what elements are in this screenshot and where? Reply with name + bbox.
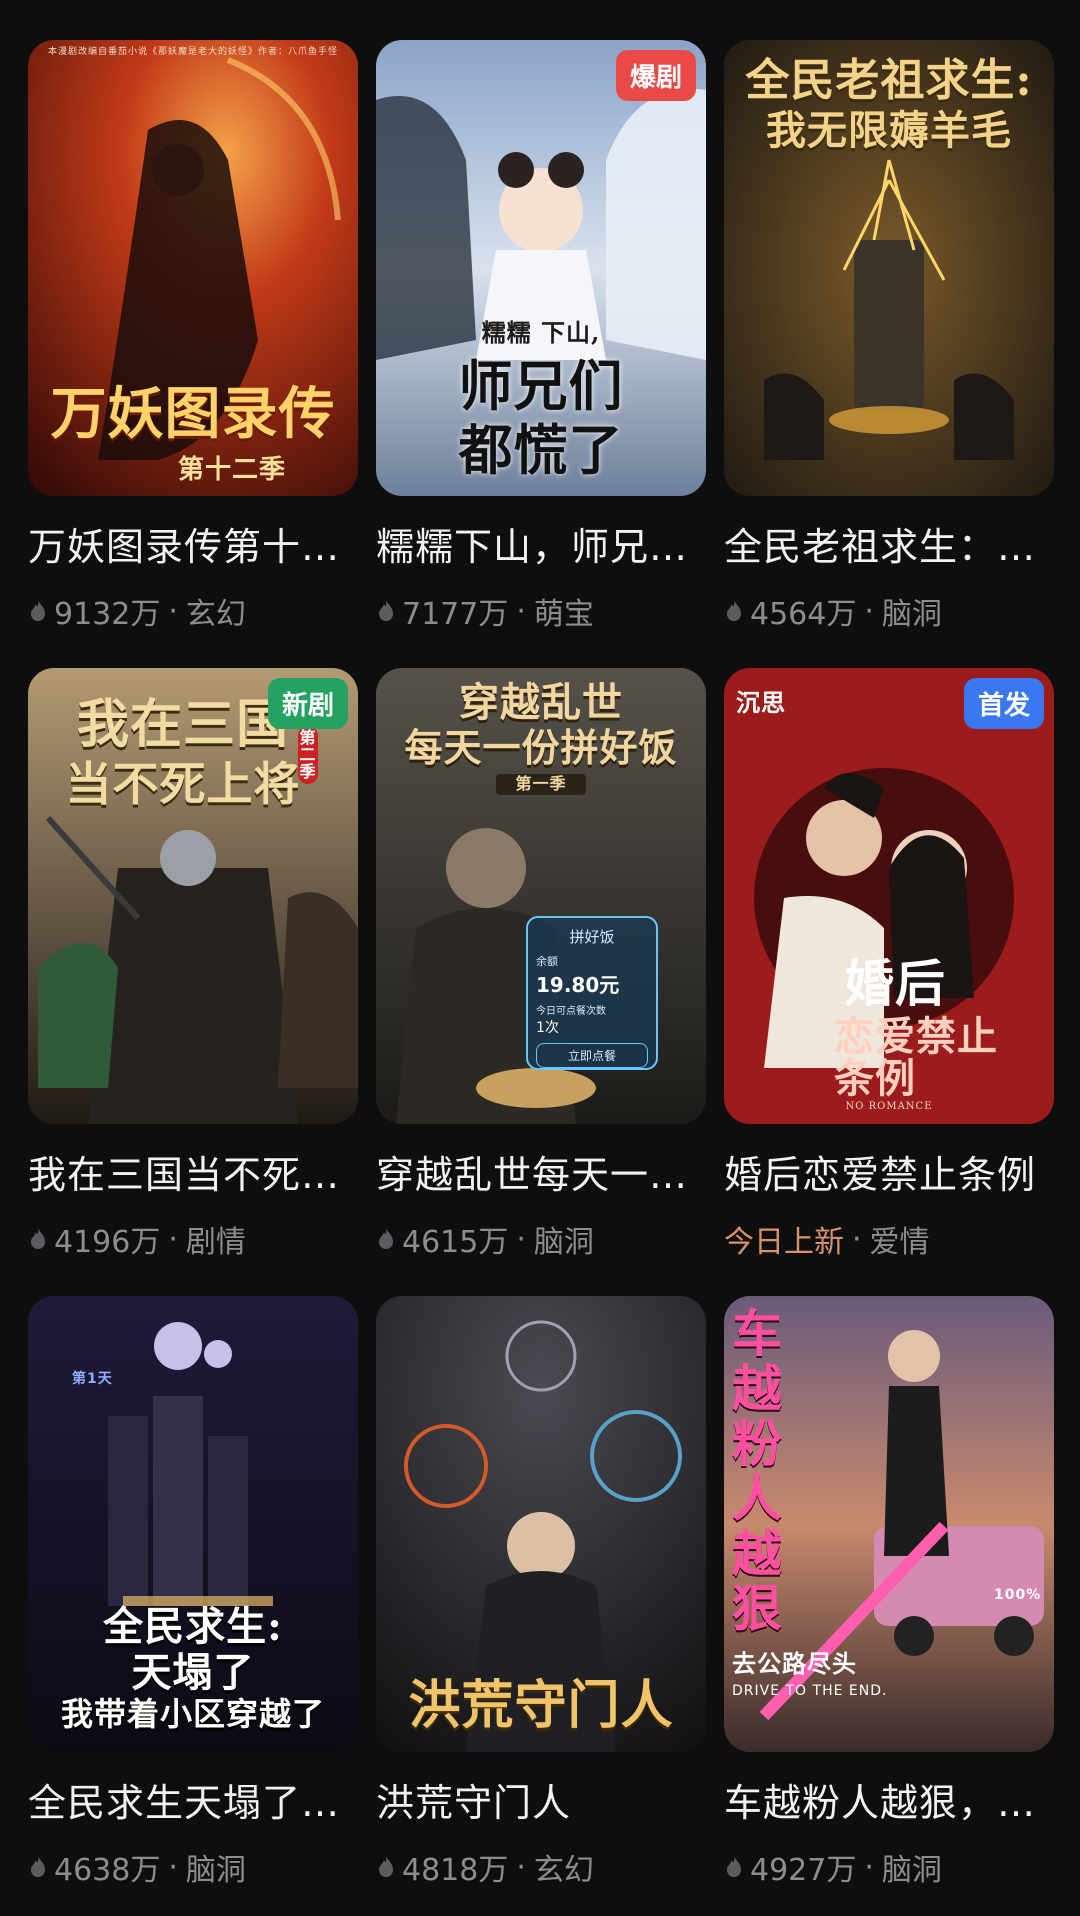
- poster-image[interactable]: 糯糯 下山, 师兄们 都慌了 爆剧: [376, 40, 706, 496]
- poster-season: 第一季: [496, 774, 586, 795]
- poster-title: 车越粉人越狠: [732, 1304, 783, 1638]
- status-badge: 首发: [963, 678, 1044, 729]
- drama-meta: 4196万 · 剧情: [28, 1217, 358, 1261]
- fire-icon: [31, 1856, 45, 1877]
- poster-subtitle: 恋爱禁止条例: [834, 1013, 998, 1102]
- poster-top-note: 本漫剧改编自番茄小说《那妖魔是老大的妖怪》作者：八爪鱼手怪: [47, 47, 338, 57]
- poster-subtitle: 都慌了: [458, 418, 624, 482]
- drama-card[interactable]: 全民老祖求生: 我无限薅羊毛 全民老祖求生：… 4564万 · 脑洞: [724, 40, 1054, 633]
- genre-tag: 脑洞: [881, 1853, 942, 1888]
- view-count: 9132万: [54, 597, 161, 632]
- poster-image[interactable]: 车越粉人越狠 去公路尽头 DRIVE TO THE END. 100%: [724, 1296, 1054, 1752]
- poster-title: 婚后: [844, 954, 946, 1013]
- drama-grid: 本漫剧改编自番茄小说《那妖魔是老大的妖怪》作者：八爪鱼手怪 万妖图录传 第十二季…: [0, 0, 1080, 1916]
- drama-meta: 4927万 · 脑洞: [724, 1845, 1054, 1889]
- drama-meta: 4818万 · 玄幻: [376, 1845, 706, 1889]
- fire-icon: [379, 1228, 393, 1249]
- drama-meta: 今日上新 · 爱情: [724, 1217, 1054, 1261]
- drama-card[interactable]: 穿越乱世 每天一份拼好饭 第一季 拼好饭 余额 19.80元 今日可点餐次数 1…: [376, 668, 706, 1261]
- view-count: 4196万: [54, 1225, 161, 1260]
- poster-subtitle: 去公路尽头: [732, 1650, 857, 1678]
- poster-subtitle: 每天一份拼好饭: [404, 725, 678, 770]
- poster-side-note: 100%: [994, 1587, 1042, 1603]
- drama-title[interactable]: 全民老祖求生：…: [724, 516, 1054, 571]
- view-count: 7177万: [402, 597, 509, 632]
- poster-subtitle: 第十二季: [178, 454, 287, 485]
- drama-card[interactable]: 洪荒守门人 洪荒守门人 4818万 · 玄幻: [376, 1296, 706, 1889]
- drama-card[interactable]: 车越粉人越狠 去公路尽头 DRIVE TO THE END. 100% 车越粉人…: [724, 1296, 1054, 1889]
- drama-meta: 4564万 · 脑洞: [724, 589, 1054, 633]
- panel-order-button[interactable]: 立即点餐: [536, 1043, 648, 1068]
- drama-title[interactable]: 婚后恋爱禁止条例: [724, 1144, 1054, 1199]
- drama-meta: 4638万 · 脑洞: [28, 1845, 358, 1889]
- view-count: 4638万: [54, 1853, 161, 1888]
- order-panel: 拼好饭 余额 19.80元 今日可点餐次数 1次 立即点餐: [526, 916, 658, 1070]
- poster-bottom-note: NO ROMANCE: [845, 1100, 933, 1112]
- fire-icon: [727, 1856, 741, 1877]
- fire-icon: [379, 1856, 393, 1877]
- drama-card[interactable]: 糯糯 下山, 师兄们 都慌了 爆剧 糯糯下山，师兄… 7177万 · 萌宝: [376, 40, 706, 633]
- drama-title[interactable]: 洪荒守门人: [376, 1772, 706, 1827]
- drama-card[interactable]: 沉思 婚后 恋爱禁止条例 NO ROMANCE 首发 婚后恋爱禁止条例 今日上新…: [724, 668, 1054, 1261]
- drama-title[interactable]: 糯糯下山，师兄…: [376, 516, 706, 571]
- poster-subtitle: 天塌了: [131, 1649, 255, 1696]
- status-badge: 爆剧: [615, 50, 696, 101]
- fire-icon: [31, 1228, 45, 1249]
- panel-balance: 19.80元: [536, 973, 620, 997]
- poster-title: 全民老祖求生:: [745, 55, 1033, 106]
- drama-card[interactable]: 我在三国 当不死上将 第二季 新剧 我在三国当不死… 4196万 · 剧情: [28, 668, 358, 1261]
- genre-tag: 脑洞: [185, 1853, 246, 1888]
- drama-meta: 4615万 · 脑洞: [376, 1217, 706, 1261]
- view-count: 4615万: [402, 1225, 509, 1260]
- genre-tag: 玄幻: [185, 597, 246, 632]
- poster-top-note: 糯糯 下山,: [481, 318, 601, 347]
- status-badge: 新剧: [267, 678, 348, 729]
- drama-card[interactable]: 第1天 全民求生: 天塌了 我带着小区穿越了 全民求生天塌了… 4638万 · …: [28, 1296, 358, 1889]
- panel-count-label: 今日可点餐次数: [536, 1006, 606, 1017]
- drama-title[interactable]: 我在三国当不死…: [28, 1144, 358, 1199]
- poster-image[interactable]: 沉思 婚后 恋爱禁止条例 NO ROMANCE 首发: [724, 668, 1054, 1124]
- view-count: 4818万: [402, 1853, 509, 1888]
- view-count: 4927万: [750, 1853, 857, 1888]
- drama-meta: 9132万 · 玄幻: [28, 589, 358, 633]
- poster-image[interactable]: 我在三国 当不死上将 第二季 新剧: [28, 668, 358, 1124]
- fire-icon: [379, 600, 393, 621]
- genre-tag: 爱情: [869, 1225, 930, 1260]
- drama-title[interactable]: 穿越乱世每天一…: [376, 1144, 706, 1199]
- poster-subtitle-2: DRIVE TO THE END.: [732, 1683, 888, 1699]
- poster-title: 穿越乱世: [459, 679, 623, 726]
- genre-tag: 剧情: [185, 1225, 246, 1260]
- poster-title: 师兄们: [458, 354, 624, 418]
- drama-title[interactable]: 全民求生天塌了…: [28, 1772, 358, 1827]
- poster-subtitle-2: 我带着小区穿越了: [60, 1695, 325, 1733]
- fire-icon: [31, 600, 45, 621]
- genre-tag: 脑洞: [881, 597, 942, 632]
- genre-tag: 玄幻: [533, 1853, 594, 1888]
- poster-image[interactable]: 第1天 全民求生: 天塌了 我带着小区穿越了: [28, 1296, 358, 1752]
- poster-title: 万妖图录传: [50, 381, 336, 448]
- panel-title: 拼好饭: [569, 928, 615, 946]
- poster-subtitle: 我无限薅羊毛: [766, 107, 1012, 154]
- panel-count: 1次: [536, 1020, 559, 1036]
- poster-season: 第二季: [298, 726, 318, 785]
- drama-meta: 7177万 · 萌宝: [376, 589, 706, 633]
- poster-image[interactable]: 本漫剧改编自番茄小说《那妖魔是老大的妖怪》作者：八爪鱼手怪 万妖图录传 第十二季: [28, 40, 358, 496]
- drama-card[interactable]: 本漫剧改编自番茄小说《那妖魔是老大的妖怪》作者：八爪鱼手怪 万妖图录传 第十二季…: [28, 40, 358, 633]
- poster-title: 全民求生:: [103, 1603, 283, 1650]
- poster-title: 洪荒守门人: [408, 1675, 674, 1737]
- drama-title[interactable]: 车越粉人越狠，…: [724, 1772, 1054, 1827]
- genre-tag: 萌宝: [533, 597, 594, 632]
- fire-icon: [727, 600, 741, 621]
- poster-top-note: 第1天: [72, 1371, 113, 1387]
- genre-tag: 脑洞: [533, 1225, 594, 1260]
- new-today-label: 今日上新: [724, 1225, 844, 1260]
- poster-image[interactable]: 洪荒守门人: [376, 1296, 706, 1752]
- drama-title[interactable]: 万妖图录传第十…: [28, 516, 358, 571]
- poster-image[interactable]: 穿越乱世 每天一份拼好饭 第一季 拼好饭 余额 19.80元 今日可点餐次数 1…: [376, 668, 706, 1124]
- panel-balance-label: 余额: [536, 955, 558, 968]
- poster-image[interactable]: 全民老祖求生: 我无限薅羊毛: [724, 40, 1054, 496]
- view-count: 4564万: [750, 597, 857, 632]
